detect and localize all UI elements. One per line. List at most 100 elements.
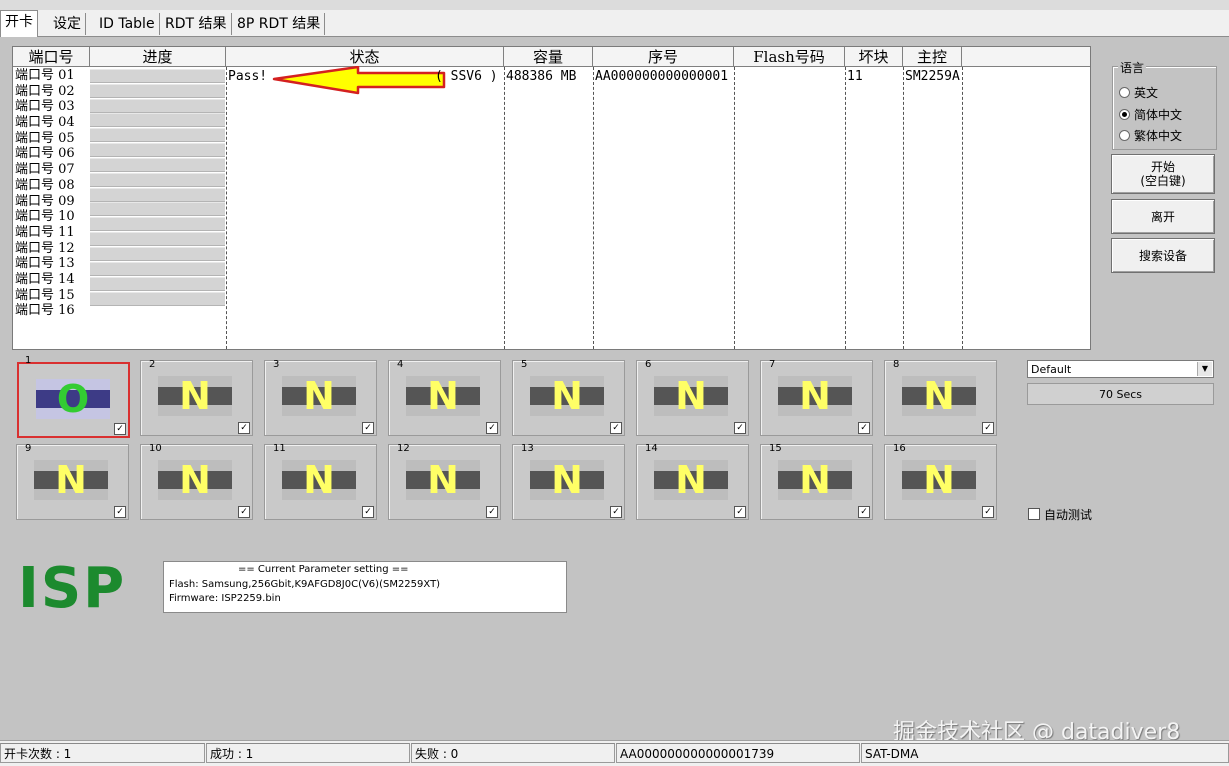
slot-state: N xyxy=(179,374,211,418)
port-list: 端口号 01 端口号 02 端口号 03 端口号 04 端口号 05 端口号 0… xyxy=(15,68,91,319)
port-label: 端口号 06 xyxy=(15,146,75,162)
tab-rdt-result[interactable]: RDT 结果 xyxy=(161,13,232,35)
progress-bar xyxy=(90,128,225,143)
leave-button[interactable]: 离开 xyxy=(1111,199,1215,234)
slot-checkbox[interactable]: ✓ xyxy=(238,422,250,434)
radio-dot-icon[interactable] xyxy=(1119,87,1130,98)
port-label: 端口号 08 xyxy=(15,177,75,193)
row1-status: Pass! xyxy=(228,69,268,84)
col-status[interactable]: 状态 xyxy=(226,47,504,67)
status-mode: SAT-DMA xyxy=(861,743,1229,763)
slot-status-icon: N xyxy=(406,376,480,416)
tab-open-card[interactable]: 开卡 xyxy=(0,10,38,37)
slot-number: 9 xyxy=(25,443,32,454)
port-label: 端口号 03 xyxy=(15,99,75,115)
auto-test-checkbox[interactable]: 自动测试 xyxy=(1028,506,1092,523)
tab-settings[interactable]: 设定 xyxy=(49,13,86,35)
port-slot-7[interactable]: 7 N ✓ xyxy=(760,359,873,436)
radio-english[interactable]: 英文 xyxy=(1119,84,1158,101)
port-label: 端口号 02 xyxy=(15,83,75,99)
port-slot-16[interactable]: 16 N ✓ xyxy=(884,443,997,520)
progress-bar xyxy=(90,246,225,261)
port-slot-10[interactable]: 10 N ✓ xyxy=(140,443,253,520)
slot-checkbox[interactable]: ✓ xyxy=(858,422,870,434)
col-filler xyxy=(962,47,1090,67)
slot-checkbox[interactable]: ✓ xyxy=(610,506,622,518)
slot-checkbox[interactable]: ✓ xyxy=(486,506,498,518)
radio-simplified-chinese[interactable]: 简体中文 xyxy=(1119,106,1182,123)
slot-checkbox[interactable]: ✓ xyxy=(486,422,498,434)
radio-dot-icon[interactable] xyxy=(1119,109,1130,120)
port-slot-4[interactable]: 4 N ✓ xyxy=(388,359,501,436)
chevron-down-icon[interactable]: ▼ xyxy=(1197,362,1212,376)
radio-dot-icon[interactable] xyxy=(1119,130,1130,141)
search-device-button[interactable]: 搜索设备 xyxy=(1111,238,1215,273)
port-label: 端口号 13 xyxy=(15,256,75,272)
param-flash: Flash: Samsung,256Gbit,K9AFGD8J0C(V6)(SM… xyxy=(169,579,441,590)
slot-checkbox[interactable]: ✓ xyxy=(734,422,746,434)
port-slot-9[interactable]: 9 N ✓ xyxy=(16,443,129,520)
slot-checkbox[interactable]: ✓ xyxy=(362,506,374,518)
param-firmware: Firmware: ISP2259.bin xyxy=(169,593,281,604)
slot-state: N xyxy=(675,374,707,418)
slot-number: 5 xyxy=(521,359,528,370)
port-label: 端口号 14 xyxy=(15,271,75,287)
col-badblock[interactable]: 坏块 xyxy=(845,47,903,67)
slot-checkbox[interactable]: ✓ xyxy=(858,506,870,518)
col-progress[interactable]: 进度 xyxy=(90,47,226,67)
checkbox-box-icon[interactable] xyxy=(1028,508,1040,520)
slot-state: N xyxy=(427,374,459,418)
slot-checkbox[interactable]: ✓ xyxy=(238,506,250,518)
status-success: 成功 : 1 xyxy=(206,743,410,763)
profile-select[interactable]: Default ▼ xyxy=(1027,360,1214,378)
slot-checkbox[interactable]: ✓ xyxy=(982,506,994,518)
slot-number: 1 xyxy=(25,355,32,366)
tab-id-table[interactable]: ID Table xyxy=(95,13,160,35)
progress-bar xyxy=(90,261,225,276)
slot-checkbox[interactable]: ✓ xyxy=(982,422,994,434)
port-slot-3[interactable]: 3 N ✓ xyxy=(264,359,377,436)
port-slot-2[interactable]: 2 N ✓ xyxy=(140,359,253,436)
port-slot-12[interactable]: 12 N ✓ xyxy=(388,443,501,520)
status-fail: 失败 : 0 xyxy=(411,743,615,763)
slot-status-icon: N xyxy=(778,460,852,500)
start-button[interactable]: 开始 (空白键) xyxy=(1111,154,1215,194)
port-slot-15[interactable]: 15 N ✓ xyxy=(760,443,873,520)
slot-checkbox[interactable]: ✓ xyxy=(114,423,126,435)
slot-checkbox[interactable]: ✓ xyxy=(610,422,622,434)
column-divider xyxy=(845,67,846,349)
progress-bar xyxy=(90,113,225,128)
port-label: 端口号 12 xyxy=(15,240,75,256)
radio-traditional-chinese[interactable]: 繁体中文 xyxy=(1119,127,1182,144)
port-status-table[interactable]: 端口号 进度 状态 容量 序号 Flash号码 坏块 主控 端口号 01 端口号… xyxy=(12,46,1091,350)
slot-number: 12 xyxy=(397,443,410,454)
col-capacity[interactable]: 容量 xyxy=(504,47,593,67)
arrow-annotation-icon xyxy=(272,66,446,95)
port-slot-14[interactable]: 14 N ✓ xyxy=(636,443,749,520)
port-label: 端口号 11 xyxy=(15,224,75,240)
progress-bar xyxy=(90,172,225,187)
column-divider xyxy=(504,67,505,349)
row1-badblock: 11 xyxy=(847,69,863,84)
slot-checkbox[interactable]: ✓ xyxy=(362,422,374,434)
port-slot-8[interactable]: 8 N ✓ xyxy=(884,359,997,436)
parameter-panel: == Current Parameter setting == Flash: S… xyxy=(163,561,567,613)
col-port[interactable]: 端口号 xyxy=(13,47,90,67)
tab-8p-rdt-result[interactable]: 8P RDT 结果 xyxy=(233,13,326,35)
port-slot-13[interactable]: 13 N ✓ xyxy=(512,443,625,520)
slot-number: 11 xyxy=(273,443,286,454)
isp-logo: ISP xyxy=(18,556,127,621)
slot-checkbox[interactable]: ✓ xyxy=(114,506,126,518)
port-slot-5[interactable]: 5 N ✓ xyxy=(512,359,625,436)
slot-status-icon: N xyxy=(406,460,480,500)
col-serial[interactable]: 序号 xyxy=(593,47,734,67)
column-divider xyxy=(962,67,963,349)
slot-number: 8 xyxy=(893,359,900,370)
col-controller[interactable]: 主控 xyxy=(903,47,962,67)
port-slot-11[interactable]: 11 N ✓ xyxy=(264,443,377,520)
port-slot-6[interactable]: 6 N ✓ xyxy=(636,359,749,436)
col-flash[interactable]: Flash号码 xyxy=(734,47,845,67)
slot-checkbox[interactable]: ✓ xyxy=(734,506,746,518)
slot-number: 6 xyxy=(645,359,652,370)
port-slot-1[interactable]: 1 O ✓ xyxy=(17,355,130,438)
